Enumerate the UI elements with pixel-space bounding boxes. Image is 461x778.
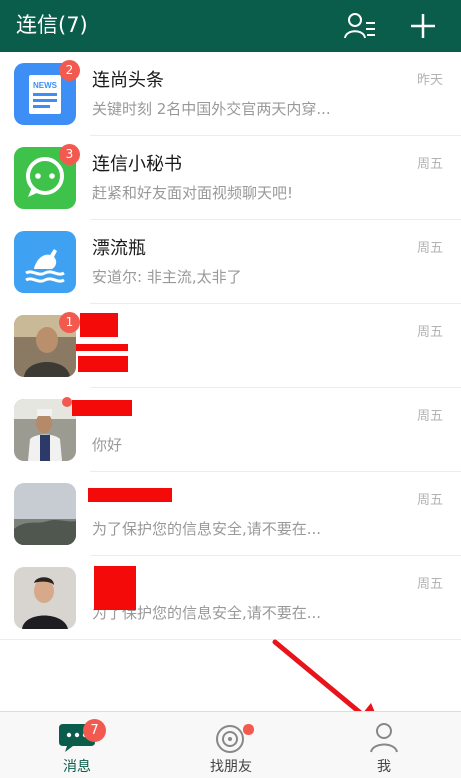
landscape-photo-image: [14, 483, 76, 545]
redaction-mark: [80, 313, 118, 337]
messages-badge: 7: [83, 719, 106, 742]
chat-item-assistant[interactable]: 3 连信小秘书 赶紧和好友面对面视频聊天吧! 周五: [0, 136, 461, 220]
redaction-mark: [78, 356, 128, 372]
chat-preview: 你好: [92, 436, 123, 454]
chat-name: 连尚头条: [92, 70, 164, 91]
add-button[interactable]: [406, 10, 440, 42]
tab-messages-label: 消息: [63, 759, 91, 775]
chat-item-contact[interactable]: 为了保护您的信息安全,请不要在... 周五: [0, 556, 461, 640]
chat-item-contact[interactable]: 你好 周五: [0, 388, 461, 472]
redaction-mark: [88, 488, 172, 502]
top-bar: 连信(7): [0, 0, 461, 52]
chat-time: 昨天: [416, 73, 443, 88]
chat-time: 周五: [416, 157, 443, 172]
tab-me-label: 我: [377, 759, 391, 775]
chat-item-contact[interactable]: 1 周五: [0, 304, 461, 388]
chat-item-contact[interactable]: 为了保护您的信息安全,请不要在... 周五: [0, 472, 461, 556]
unread-badge: 2: [59, 60, 80, 81]
unread-badge: 3: [59, 144, 80, 165]
tab-me[interactable]: 我: [307, 712, 461, 778]
chat-name: 漂流瓶: [92, 238, 146, 259]
redaction-mark: [76, 344, 128, 351]
chat-time: 周五: [416, 241, 443, 256]
plus-icon: [411, 14, 435, 38]
chat-time: 周五: [416, 493, 443, 508]
landscape-photo: [14, 483, 76, 545]
chat-name: 连信小秘书: [92, 154, 182, 175]
bottom-nav: 7 消息 找朋友 我: [0, 711, 461, 778]
find-friends-dot: [243, 724, 254, 735]
chat-item-news[interactable]: NEWS 2 连尚头条 关键时刻 2名中国外交官两天内穿... 昨天: [0, 52, 461, 136]
user-photo: [14, 567, 76, 629]
user-photo-image: [14, 567, 76, 629]
drift-bottle-icon: [14, 231, 76, 293]
tab-find-friends-label: 找朋友: [210, 759, 252, 775]
redaction-mark: [94, 566, 136, 610]
chat-preview: 关键时刻 2名中国外交官两天内穿...: [92, 100, 331, 118]
contacts-button[interactable]: [344, 10, 378, 42]
chat-preview: 为了保护您的信息安全,请不要在...: [92, 520, 322, 538]
contacts-icon: [344, 13, 375, 39]
svg-text:NEWS: NEWS: [33, 81, 58, 90]
chat-preview: 赶紧和好友面对面视频聊天吧!: [92, 184, 294, 202]
tab-find-friends[interactable]: 找朋友: [154, 712, 308, 778]
unread-badge: 1: [59, 312, 80, 333]
drift-bottle-avatar: [14, 231, 76, 293]
user-photo-image: [14, 399, 76, 461]
page-title: 连信(7): [16, 13, 88, 37]
chat-item-drift-bottle[interactable]: 漂流瓶 安道尔: 非主流,太非了 周五: [0, 220, 461, 304]
chat-time: 周五: [416, 325, 443, 340]
redaction-mark: [72, 400, 132, 416]
chat-preview: 安道尔: 非主流,太非了: [92, 268, 242, 286]
chat-time: 周五: [416, 409, 443, 424]
profile-icon: [370, 723, 398, 753]
unread-dot: [62, 397, 72, 407]
tab-messages[interactable]: 7 消息: [0, 712, 154, 778]
chat-time: 周五: [416, 577, 443, 592]
user-photo: [14, 399, 76, 461]
